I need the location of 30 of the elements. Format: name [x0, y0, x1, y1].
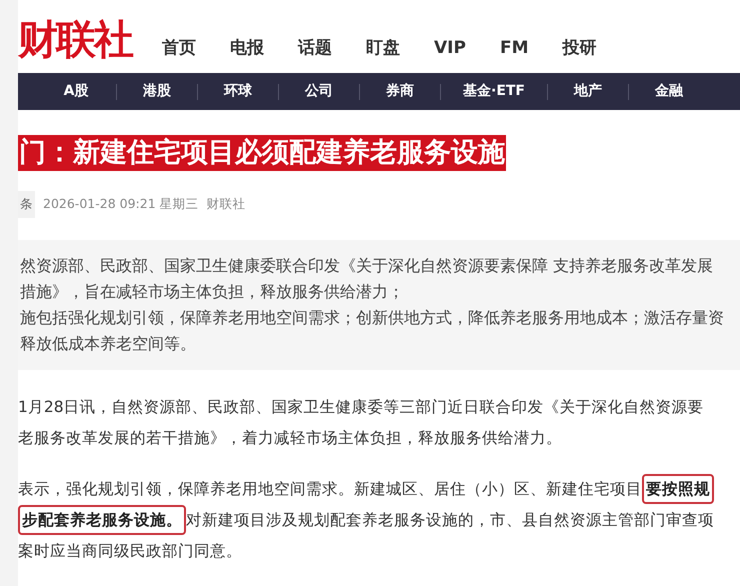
category-tab[interactable]: 基金·ETF — [463, 81, 525, 102]
highlighted-text: 步配套养老服务设施。 — [18, 505, 186, 536]
category-tab[interactable]: 公司 — [301, 81, 337, 102]
summary-line: 然资源部、民政部、国家卫生健康委联合印发《关于深化自然资源要素保障 支持养老服务改革发展 — [19, 254, 714, 277]
nav-link[interactable]: 首页 — [162, 36, 196, 61]
nav-link[interactable]: FM — [500, 36, 528, 61]
source-tag: 条 — [18, 191, 35, 218]
nav-link[interactable]: 话题 — [298, 36, 332, 61]
paragraph-text: 老服务改革发展的若干措施》，着力减轻市场主体负担，释放服务供给潜力。 — [18, 428, 562, 450]
paragraph-text: 1月28日讯，自然资源部、民政部、国家卫生健康委等三部门近日联合印发《关于深化自然资源要 — [18, 397, 704, 418]
nav-link[interactable]: VIP — [434, 36, 466, 61]
summary-line: 措施》，旨在减轻市场主体负担，释放服务供给潜力； — [19, 280, 405, 303]
paragraph-text: 表示，强化规划引领，保障养老用地空间需求。新建城区、居住（小）区、新建住宅项目 — [18, 479, 642, 500]
paragraph-text: 对新建项目涉及规划配套养老服务设施的，市、县自然资源主管部门审查项 — [186, 510, 714, 532]
highlighted-text: 要按照规 — [642, 474, 714, 504]
summary-line: 施包括强化规划引领，保障养老用地空间需求；创新供地方式，降低养老服务用地成本；激活存量资 — [19, 306, 725, 329]
summary-line: 释放低成本养老空间等。 — [19, 332, 197, 355]
category-tab[interactable]: 港股 — [139, 81, 175, 102]
nav-link[interactable]: 电报 — [230, 36, 264, 61]
category-tab[interactable]: 环球 — [220, 81, 256, 102]
paragraph-text: 案时应当商同级民政部门同意。 — [18, 541, 242, 562]
nav-link[interactable]: 投研 — [562, 36, 596, 61]
category-tab[interactable]: 金融 — [651, 81, 687, 102]
source-name: 财联社 — [206, 195, 246, 213]
article-title: 门：新建住宅项目必须配建养老服务设施 — [18, 135, 506, 171]
publish-time: 2026-01-28 09:21 星期三 — [43, 195, 199, 213]
category-tab[interactable]: A股 — [58, 81, 94, 102]
nav-link[interactable]: 盯盘 — [366, 36, 400, 61]
category-tab[interactable]: 地产 — [570, 81, 606, 102]
category-tab[interactable]: 券商 — [382, 81, 418, 102]
